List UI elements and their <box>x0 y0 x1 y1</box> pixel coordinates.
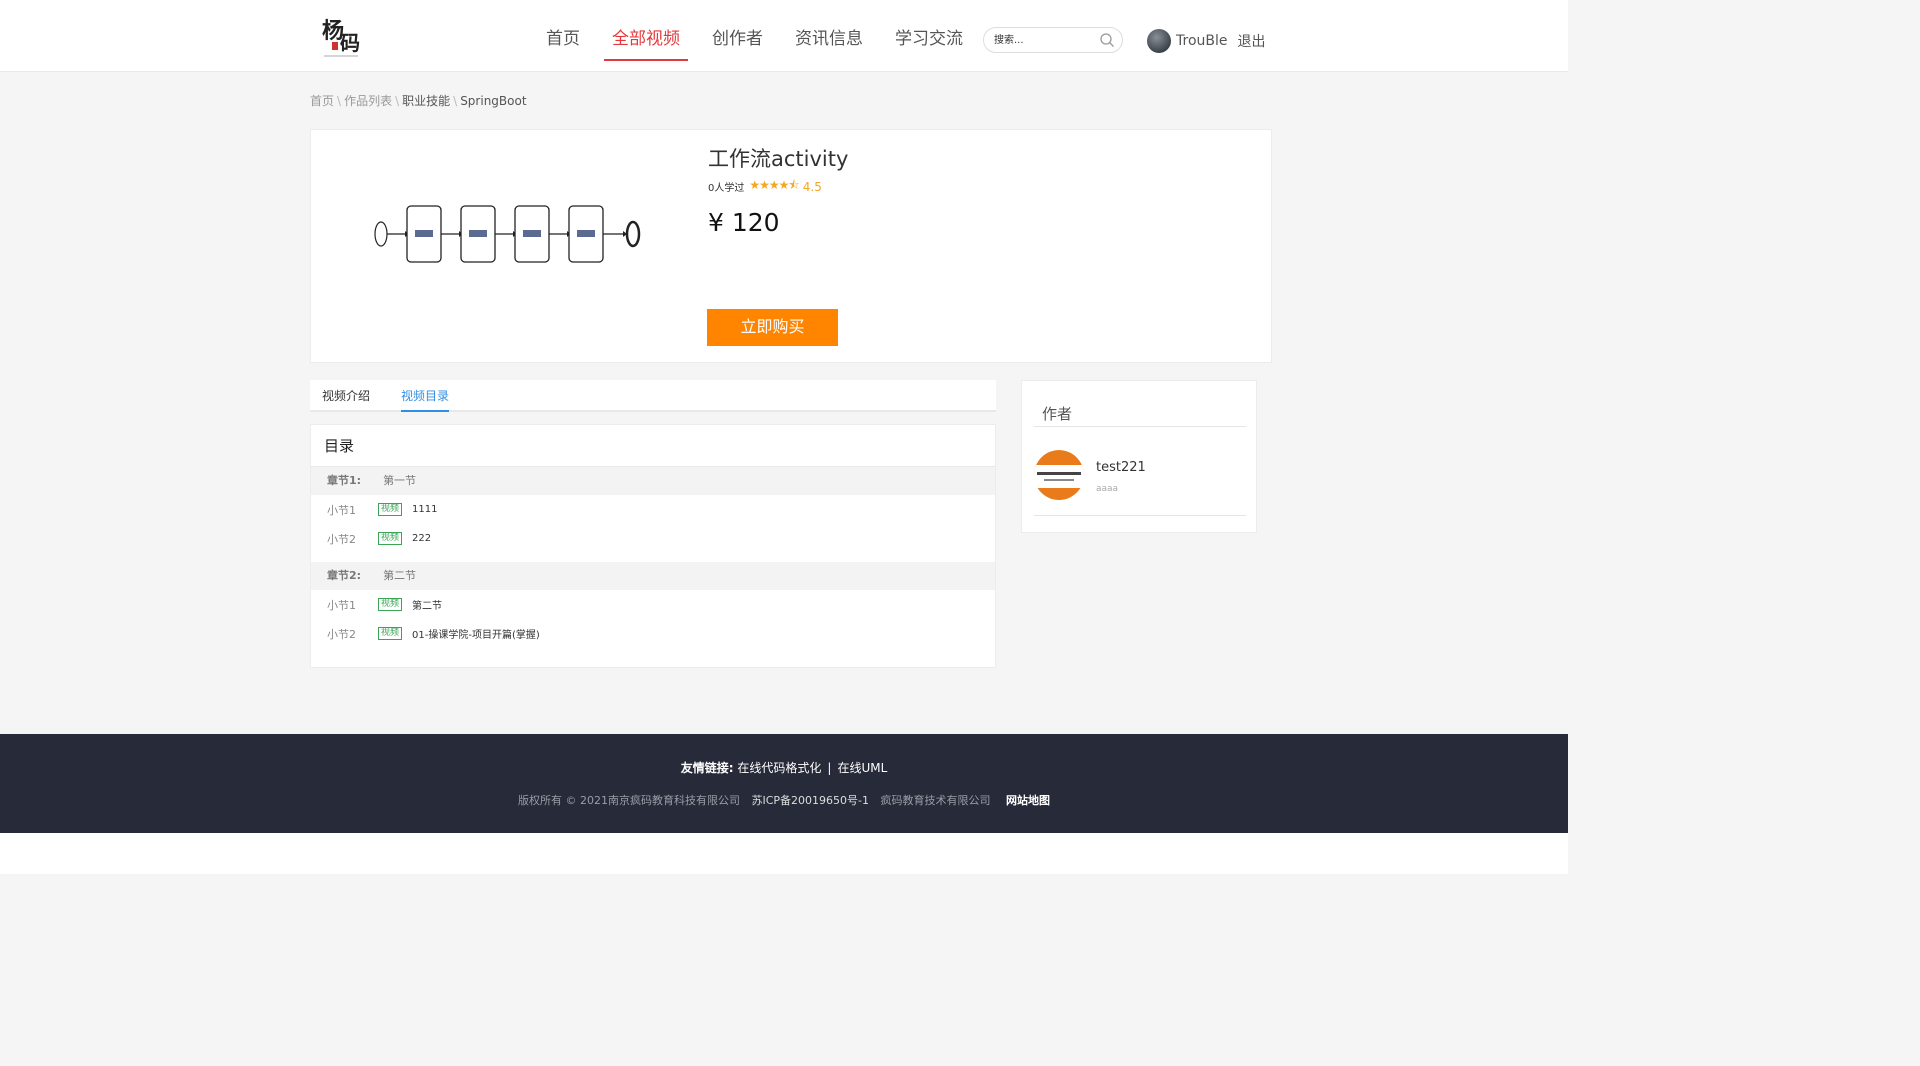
nav-creators[interactable]: 创作者 <box>704 0 771 72</box>
main-nav: 首页 全部视频 创作者 资讯信息 学习交流 <box>538 0 987 72</box>
lesson-row[interactable]: 小节1 视频 第二节 <box>311 590 995 619</box>
icp-link[interactable]: 苏ICP备20019650号-1 <box>751 794 869 807</box>
course-cover-image <box>371 192 643 272</box>
footer-link-code-format[interactable]: 在线代码格式化 <box>737 761 821 775</box>
lesson-row[interactable]: 小节1 视频 1111 <box>311 495 995 524</box>
search-box <box>983 27 1123 53</box>
lesson-label: 小节1 <box>327 503 356 517</box>
breadcrumb-category[interactable]: 职业技能 <box>402 94 450 108</box>
page-bottom <box>0 833 1568 874</box>
lesson-row[interactable]: 小节2 视频 222 <box>311 524 995 553</box>
search-input[interactable] <box>994 32 1094 48</box>
chapter-title: 第二节 <box>383 569 417 582</box>
tab-video-intro[interactable]: 视频介绍 <box>322 380 370 412</box>
chapter-row: 章节2: 第二节 <box>311 562 995 590</box>
search-icon[interactable] <box>1099 32 1115 48</box>
username[interactable]: TrouBle <box>1176 33 1228 49</box>
course-title: 工作流activity <box>708 147 849 171</box>
user-area: TrouBle 退出 <box>1147 28 1266 53</box>
lesson-row[interactable]: 小节2 视频 01-操课学院-项目开篇(掌握) <box>311 619 995 648</box>
chapter-label: 章节2: <box>327 569 362 582</box>
catalog-title: 目录 <box>311 425 995 467</box>
sitemap-link[interactable]: 网站地图 <box>1006 794 1050 807</box>
lesson-title[interactable]: 第二节 <box>412 597 442 612</box>
user-avatar[interactable] <box>1147 28 1171 53</box>
divider <box>1034 515 1246 516</box>
video-tag: 视频 <box>378 532 403 545</box>
lesson-title[interactable]: 01-操课学院-项目开篇(掌握) <box>412 626 540 641</box>
divider <box>1034 426 1246 427</box>
nav-all-videos[interactable]: 全部视频 <box>604 0 688 72</box>
learner-count: 0人学过 <box>708 183 745 194</box>
star-rating-icon: ★★★★⯪ <box>749 178 799 192</box>
logout-link[interactable]: 退出 <box>1238 31 1266 51</box>
site-logo[interactable]: 杨 码 <box>312 8 372 64</box>
author-card: 作者 test221 aaaa <box>1021 380 1257 533</box>
author-avatar[interactable] <box>1034 450 1084 500</box>
catalog-panel: 目录 章节1: 第一节 小节1 视频 1111 小节2 视频 222 章节2: 第二… <box>310 424 996 668</box>
buy-now-button[interactable]: 立即购买 <box>707 309 838 346</box>
top-header: 杨 码 首页 全部视频 创作者 资讯信息 学习交流 TrouBle 退出 <box>0 0 1568 72</box>
course-tabs: 视频介绍 视频目录 <box>310 380 996 412</box>
course-price: ¥ 120 <box>708 208 780 237</box>
rating-value: 4.5 <box>802 179 822 194</box>
site-footer: 友情链接: 在线代码格式化 | 在线UML 版权所有 © 2021南京疯码教育科技有… <box>0 734 1568 833</box>
lesson-label: 小节2 <box>327 627 356 641</box>
nav-home[interactable]: 首页 <box>538 0 588 72</box>
lesson-label: 小节2 <box>327 532 356 546</box>
company-name: 疯码教育技术有限公司 <box>880 794 991 807</box>
svg-text:码: 码 <box>340 31 360 55</box>
chapter-title: 第一节 <box>383 474 417 487</box>
nav-community[interactable]: 学习交流 <box>887 0 971 72</box>
breadcrumb-home[interactable]: 首页 <box>310 94 334 108</box>
friend-links: 友情链接: 在线代码格式化 | 在线UML <box>680 761 888 775</box>
author-description: aaaa <box>1096 484 1119 494</box>
video-tag: 视频 <box>378 627 403 640</box>
product-card: 工作流activity 0人学过 ★★★★⯪ 4.5 ¥ 120 立即购买 <box>310 129 1272 363</box>
chapter-row: 章节1: 第一节 <box>311 467 995 495</box>
chapter-label: 章节1: <box>327 474 362 487</box>
friend-links-label: 友情链接: <box>680 761 734 775</box>
lesson-title[interactable]: 222 <box>412 533 431 544</box>
course-meta: 0人学过 ★★★★⯪ 4.5 <box>708 176 822 197</box>
author-name[interactable]: test221 <box>1096 460 1146 475</box>
video-tag: 视频 <box>378 503 403 516</box>
footer-link-uml[interactable]: 在线UML <box>837 761 887 775</box>
breadcrumb: 首页 \ 作品列表 \ 职业技能 \ SpringBoot <box>310 94 527 108</box>
copyright-bar: 版权所有 © 2021南京疯码教育科技有限公司 苏ICP备20019650号-1… <box>0 792 1568 808</box>
lesson-label: 小节1 <box>327 598 356 612</box>
breadcrumb-works[interactable]: 作品列表 <box>344 94 392 108</box>
video-tag: 视频 <box>378 598 403 611</box>
author-heading: 作者 <box>1042 405 1073 423</box>
copyright-text: 版权所有 © 2021南京疯码教育科技有限公司 <box>517 794 740 807</box>
lesson-title[interactable]: 1111 <box>412 504 437 515</box>
nav-news[interactable]: 资讯信息 <box>787 0 871 72</box>
tab-video-catalog[interactable]: 视频目录 <box>401 380 450 412</box>
breadcrumb-current: SpringBoot <box>460 94 527 108</box>
